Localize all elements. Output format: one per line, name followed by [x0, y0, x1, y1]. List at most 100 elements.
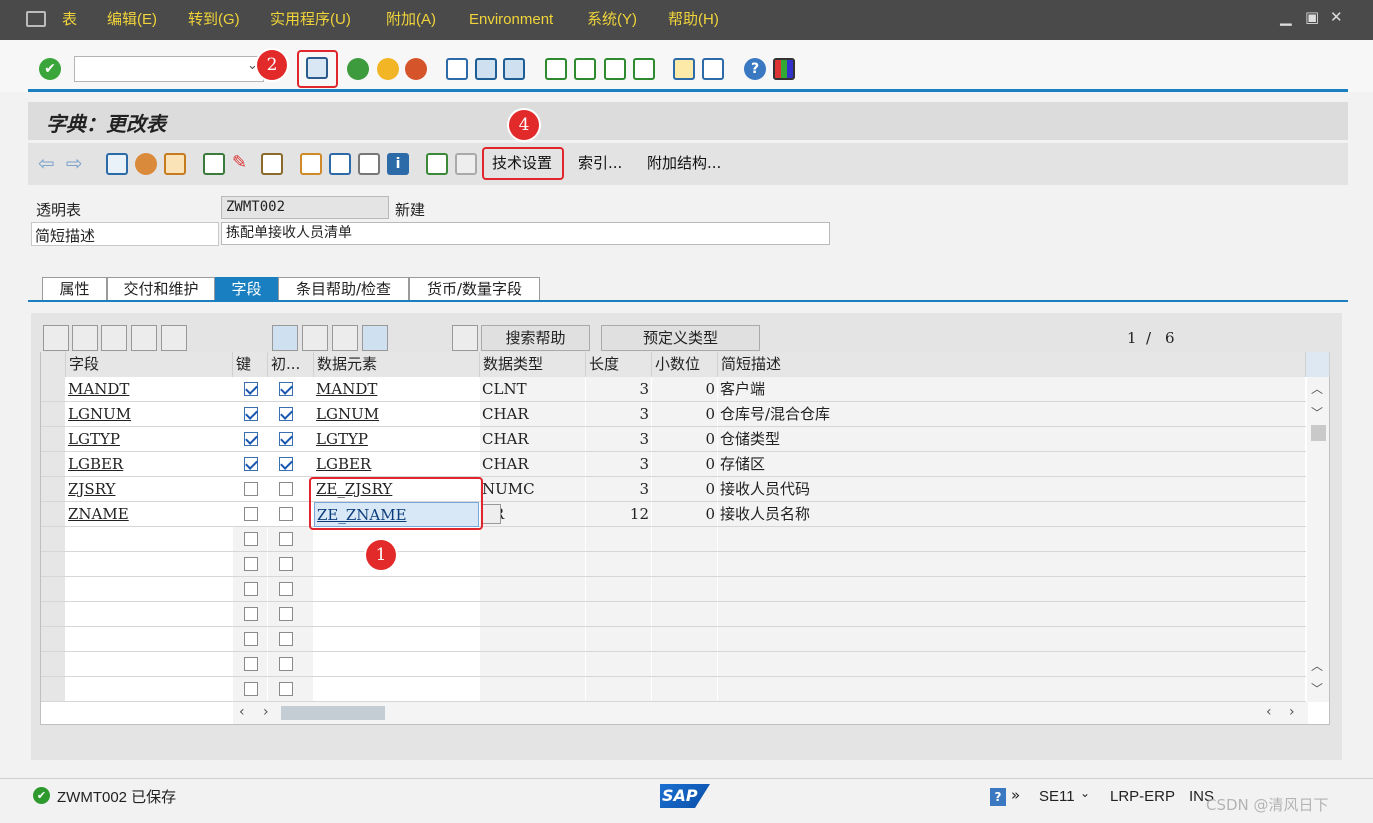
minimize-icon[interactable]: ▁ [1280, 8, 1292, 26]
table-cell[interactable] [586, 652, 651, 676]
scroll-far-left-icon[interactable]: ‹ [1266, 704, 1272, 720]
row-selector[interactable] [41, 402, 65, 426]
print-icon[interactable] [446, 58, 468, 80]
table-cell[interactable] [314, 527, 479, 551]
status-help-icon[interactable]: ? [990, 788, 1006, 806]
cell-field[interactable]: LGTYP [66, 427, 232, 452]
graphic-icon[interactable] [426, 153, 448, 175]
row-selector[interactable] [41, 652, 65, 676]
menu-goto[interactable]: 转到(G) [188, 0, 240, 40]
initial-checkbox[interactable] [279, 532, 293, 546]
table-cell[interactable] [480, 652, 585, 676]
table-cell[interactable] [718, 677, 1305, 701]
cancel-icon[interactable] [405, 58, 427, 80]
back-icon[interactable] [347, 58, 369, 80]
initial-checkbox[interactable] [279, 657, 293, 671]
initial-checkbox[interactable] [279, 482, 293, 496]
new-session-icon[interactable] [673, 58, 695, 80]
table-cell[interactable] [718, 552, 1305, 576]
initial-checkbox[interactable] [279, 632, 293, 646]
transport-icon[interactable] [261, 153, 283, 175]
table-cell[interactable] [718, 627, 1305, 651]
contents-icon[interactable] [358, 153, 380, 175]
table-cell[interactable] [314, 577, 479, 601]
first-page-icon[interactable] [545, 58, 567, 80]
value-help-icon[interactable] [481, 504, 501, 524]
shortcut-icon[interactable] [702, 58, 724, 80]
row-selector[interactable] [41, 577, 65, 601]
scroll-down-icon[interactable]: ﹀ [1311, 404, 1323, 421]
key-checkbox[interactable] [244, 507, 258, 521]
predefined-type-button[interactable]: 预定义类型 [601, 325, 760, 351]
include-icon[interactable] [332, 325, 358, 351]
row-selector[interactable] [41, 552, 65, 576]
table-cell[interactable] [652, 552, 717, 576]
menu-extras[interactable]: 附加(A) [386, 0, 436, 40]
short-desc-field[interactable]: 拣配单接收人员清单 [221, 222, 830, 245]
tab-currency[interactable]: 货币/数量字段 [409, 277, 540, 301]
table-cell[interactable] [586, 527, 651, 551]
table-cell[interactable] [718, 602, 1305, 626]
key-checkbox[interactable] [244, 682, 258, 696]
key-checkbox[interactable] [244, 607, 258, 621]
row-selector[interactable] [41, 502, 65, 526]
sap-menu-icon[interactable] [26, 11, 46, 27]
table-cell[interactable] [586, 577, 651, 601]
table-cell[interactable] [480, 602, 585, 626]
table-cell[interactable] [652, 527, 717, 551]
initial-checkbox[interactable] [279, 507, 293, 521]
transaction-dropdown-icon[interactable]: ⌄ [1080, 786, 1090, 800]
transaction-code[interactable]: SE11 [1039, 788, 1075, 805]
paste-icon[interactable] [101, 325, 127, 351]
menu-system[interactable]: 系统(Y) [587, 0, 637, 40]
expand-icon[interactable]: » [1011, 786, 1020, 804]
initial-checkbox[interactable] [279, 457, 293, 471]
enter-icon[interactable]: ✔ [39, 58, 61, 80]
delete-row-icon[interactable] [161, 325, 187, 351]
table-cell[interactable] [718, 577, 1305, 601]
tab-input-help[interactable]: 条目帮助/检查 [278, 277, 409, 301]
cell-field[interactable]: LGBER [66, 452, 232, 477]
table-cell[interactable] [652, 652, 717, 676]
table-cell[interactable] [480, 627, 585, 651]
hscroll-thumb[interactable] [281, 706, 385, 720]
col-data-element[interactable]: 数据元素 [314, 352, 480, 377]
col-decimals[interactable]: 小数位 [652, 352, 718, 377]
index-button[interactable]: 索引... [578, 143, 622, 185]
table-cell[interactable] [314, 627, 479, 651]
table-cell[interactable] [586, 552, 651, 576]
table-cell[interactable] [652, 602, 717, 626]
tab-attributes[interactable]: 属性 [42, 277, 107, 301]
row-selector[interactable] [41, 527, 65, 551]
cell-element[interactable]: LGTYP [314, 427, 479, 452]
col-field[interactable]: 字段 [66, 352, 233, 377]
initial-checkbox[interactable] [279, 407, 293, 421]
table-cell[interactable] [480, 677, 585, 701]
prev-page-icon[interactable] [574, 58, 596, 80]
object-list-icon[interactable]: ✎ [232, 153, 254, 175]
initial-checkbox[interactable] [279, 582, 293, 596]
structure-icon[interactable] [329, 153, 351, 175]
display-change-icon[interactable] [106, 153, 128, 175]
arrow-right-icon[interactable]: ⇨ [66, 153, 88, 175]
row-selector[interactable] [41, 627, 65, 651]
menu-utilities[interactable]: 实用程序(U) [270, 0, 351, 40]
status-message[interactable]: ZWMT002 已保存 [57, 786, 176, 807]
col-length[interactable]: 长度 [586, 352, 652, 377]
key-checkbox[interactable] [244, 632, 258, 646]
col-data-type[interactable]: 数据类型 [480, 352, 586, 377]
table-cell[interactable] [718, 652, 1305, 676]
key-checkbox[interactable] [244, 482, 258, 496]
table-cell[interactable] [314, 552, 479, 576]
maximize-icon[interactable]: ▣ [1305, 8, 1319, 26]
initial-checkbox[interactable] [279, 607, 293, 621]
find-icon[interactable] [475, 58, 497, 80]
activate-icon[interactable] [135, 153, 157, 175]
tab-fields[interactable]: 字段 [215, 277, 278, 301]
row-selector[interactable] [41, 452, 65, 476]
key-checkbox[interactable] [244, 457, 258, 471]
cell-field[interactable]: ZNAME [66, 502, 232, 527]
arrow-left-icon[interactable]: ⇦ [38, 153, 60, 175]
table-cell[interactable] [586, 627, 651, 651]
table-cell[interactable] [480, 552, 585, 576]
